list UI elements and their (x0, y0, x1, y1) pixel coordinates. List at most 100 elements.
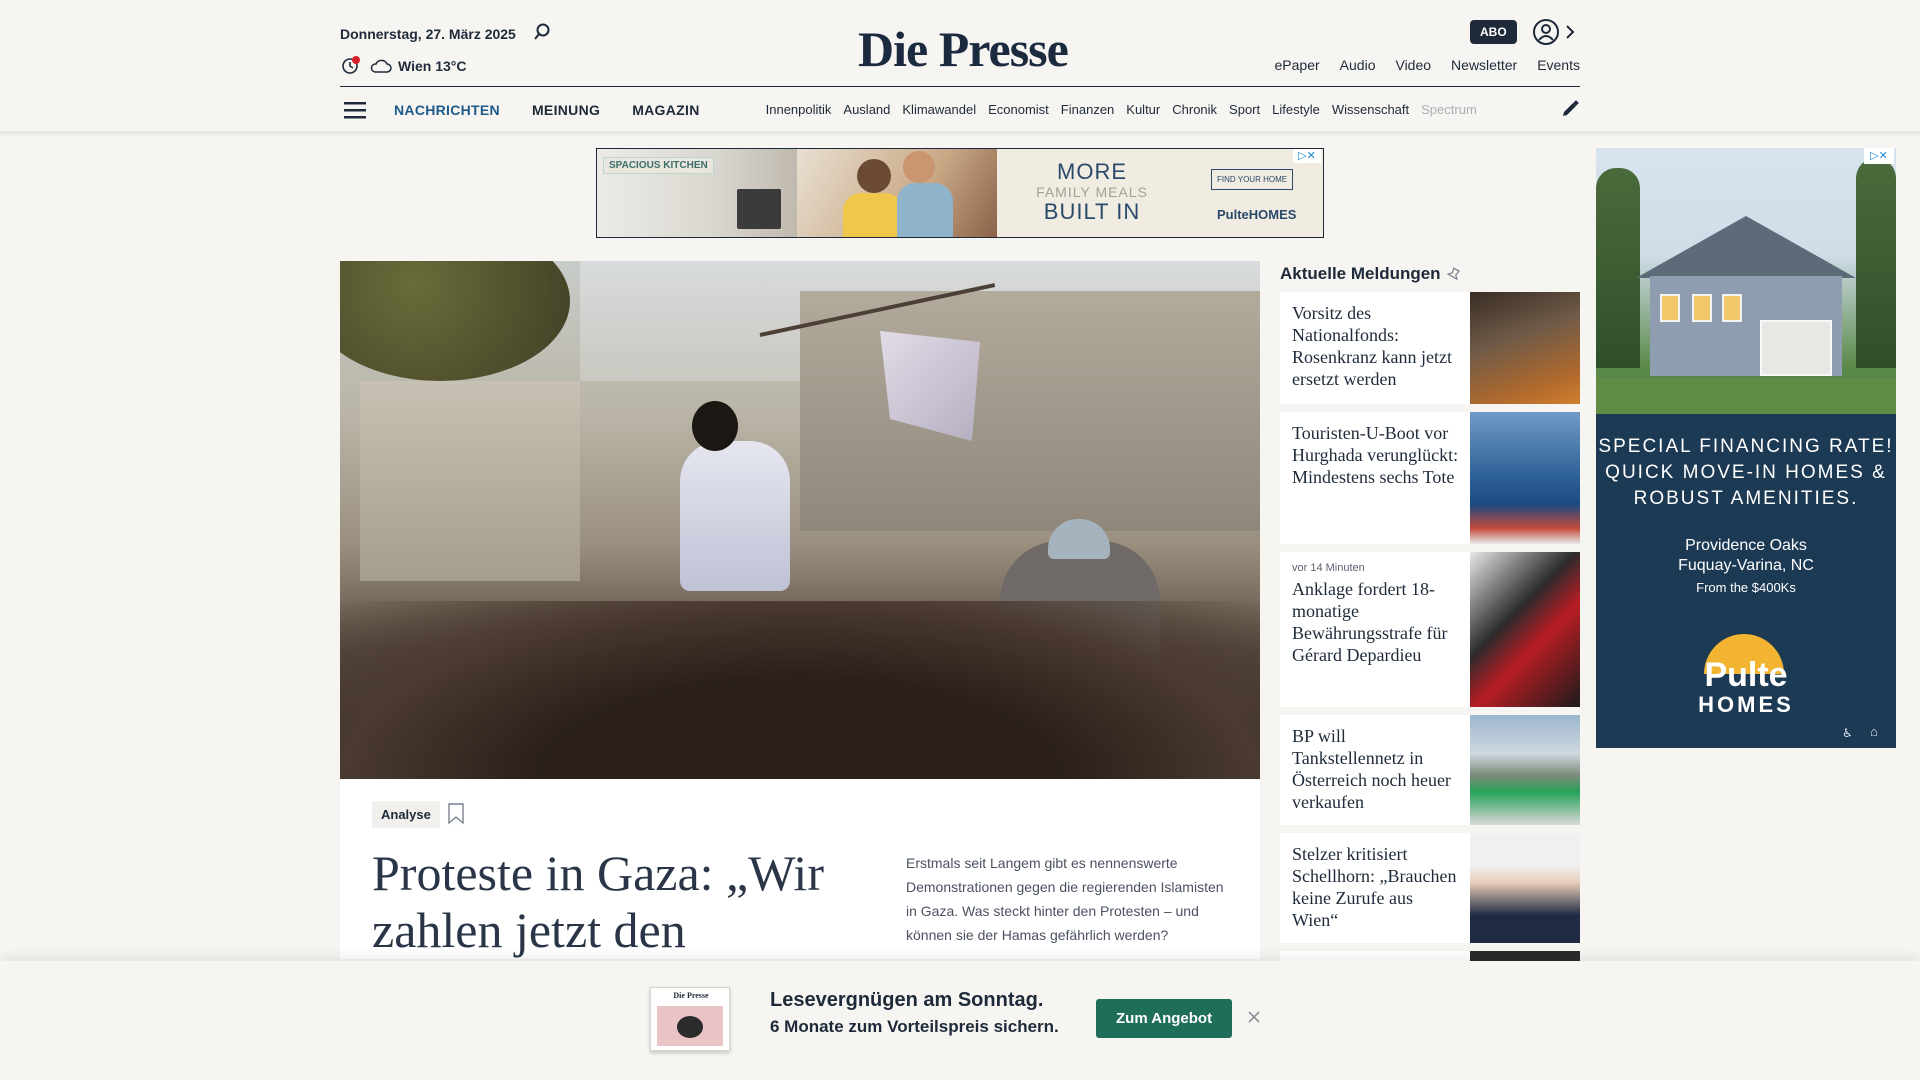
image-building (800, 291, 1260, 531)
top-banner-ad[interactable]: SPACIOUS KITCHEN MORE FAMILY MEALS BUILT… (596, 148, 1324, 238)
subscription-promo-bar: Die Presse Lesevergnügen am Sonntag. 6 M… (0, 961, 1920, 1080)
ad-tree-shape (1856, 158, 1896, 368)
weather-widget: Wien 13°C (340, 56, 467, 76)
ad-kitchen-badge: SPACIOUS KITCHEN (603, 157, 714, 174)
ad-house-image (1596, 148, 1896, 414)
ad-stove-shape (737, 189, 781, 229)
site-logo[interactable]: Die Presse (858, 20, 1069, 78)
nav-ausland[interactable]: Ausland (843, 102, 890, 117)
nav-lifestyle[interactable]: Lifestyle (1272, 102, 1320, 117)
ad-person-shape (843, 193, 903, 237)
news-list: Vorsitz des Nationalfonds: Rosenkranz ka… (1280, 292, 1580, 999)
nav-magazin[interactable]: MAGAZIN (632, 102, 699, 118)
nav-spectrum[interactable]: Spectrum (1421, 102, 1477, 117)
news-item[interactable]: Stelzer kritisiert Schellhorn: „Brauchen… (1280, 833, 1580, 943)
top-link-newsletter[interactable]: Newsletter (1451, 57, 1517, 73)
nav-nachrichten[interactable]: NACHRICHTEN (394, 102, 500, 118)
promo-offer-button[interactable]: Zum Angebot (1096, 999, 1233, 1038)
ad-brand-logo: PulteHOMES (1217, 207, 1297, 222)
weather-label: Wien 13°C (398, 58, 467, 74)
image-crowd (340, 601, 1260, 779)
main-navigation: NACHRICHTEN MEINUNG MAGAZIN Innenpolitik… (340, 87, 1580, 132)
user-account-icon[interactable] (1532, 18, 1560, 46)
nav-sport[interactable]: Sport (1229, 102, 1260, 117)
adchoices-icon[interactable]: ▷✕ (1293, 149, 1321, 163)
ad-person-head (857, 159, 891, 193)
news-thumbnail (1470, 292, 1580, 404)
nav-kultur[interactable]: Kultur (1126, 102, 1160, 117)
top-link-events[interactable]: Events (1537, 57, 1580, 73)
news-thumbnail (1470, 412, 1580, 544)
ad-window-shape (1722, 294, 1742, 322)
image-protester-head (692, 401, 738, 451)
news-item[interactable]: Touristen-U-Boot vor Hurghada verunglück… (1280, 412, 1580, 544)
news-thumbnail (1470, 833, 1580, 943)
ad-cta-button[interactable]: FIND YOUR HOME (1211, 169, 1294, 190)
site-header: Donnerstag, 27. März 2025 Wien 13°C Die … (0, 0, 1920, 132)
ad-person-shape (897, 183, 953, 237)
news-headline: BP will Tankstellennetz in Österreich no… (1292, 726, 1451, 812)
abo-button[interactable]: ABO (1470, 20, 1517, 44)
side-ad-price: From the $400Ks (1696, 580, 1796, 595)
ad-garage-shape (1760, 320, 1832, 376)
ad-lawn-shape (1596, 378, 1896, 414)
pencil-icon[interactable] (1560, 99, 1580, 119)
clock-icon[interactable] (340, 56, 360, 76)
pulte-brand: Pulte (1704, 656, 1788, 694)
side-ad-headline: SPECIAL FINANCING RATE! QUICK MOVE-IN HO… (1598, 436, 1894, 509)
news-headline: Anklage fordert 18-monatige Bewährungsst… (1292, 579, 1448, 665)
lead-story-image[interactable] (340, 261, 1260, 779)
nav-meinung[interactable]: MEINUNG (532, 102, 600, 118)
story-category-badge[interactable]: Analyse (372, 801, 440, 828)
top-link-audio[interactable]: Audio (1340, 57, 1376, 73)
equal-housing-icon: ⌂ (1870, 724, 1878, 739)
lead-story-card: Analyse Proteste in Gaza: „Wir zahlen je… (340, 779, 1260, 959)
promo-subline: 6 Monate zum Vorteilspreis sichern. (770, 1017, 1059, 1036)
promo-thumb-shape (677, 1016, 703, 1038)
accessibility-icon: ♿ (1842, 726, 1853, 740)
pulte-brand-sub: HOMES (1698, 692, 1794, 717)
adchoices-icon[interactable]: ▷✕ (1864, 148, 1894, 164)
side-ad-location: Providence Oaks Fuquay-Varina, NC (1596, 536, 1896, 576)
image-building (360, 381, 580, 581)
header-shadow (0, 131, 1920, 137)
chevron-right-icon[interactable] (1564, 22, 1576, 42)
news-item[interactable]: vor 14 Minuten Anklage fordert 18-monati… (1280, 552, 1580, 707)
lead-story-teaser: Erstmals seit Langem gibt es nennenswert… (906, 855, 1224, 943)
nav-finanzen[interactable]: Finanzen (1061, 102, 1114, 117)
lead-story-title[interactable]: Proteste in Gaza: „Wir zahlen jetzt den (372, 845, 852, 959)
ad-line-1: MORE (1057, 159, 1127, 184)
side-ad-city: Fuquay-Varina, NC (1678, 557, 1814, 574)
side-ad-community: Providence Oaks (1685, 537, 1807, 554)
promo-thumb-title: Die Presse (673, 991, 709, 1000)
hamburger-menu-icon[interactable] (344, 100, 368, 120)
pin-icon (1446, 267, 1460, 281)
section-navigation: Innenpolitik Ausland Klimawandel Economi… (766, 102, 1528, 117)
nav-klimawandel[interactable]: Klimawandel (902, 102, 976, 117)
news-item[interactable]: BP will Tankstellennetz in Österreich no… (1280, 715, 1580, 825)
news-headline: Vorsitz des Nationalfonds: Rosenkranz ka… (1292, 303, 1452, 389)
current-date: Donnerstag, 27. März 2025 (340, 26, 516, 42)
news-item[interactable]: Vorsitz des Nationalfonds: Rosenkranz ka… (1280, 292, 1580, 404)
top-link-video[interactable]: Video (1395, 57, 1431, 73)
ad-line-2: FAMILY MEALS (1036, 184, 1148, 200)
ad-headline: MORE FAMILY MEALS BUILT IN (1017, 161, 1167, 223)
nav-innenpolitik[interactable]: Innenpolitik (766, 102, 832, 117)
ad-roof-shape (1636, 216, 1856, 278)
top-link-epaper[interactable]: ePaper (1275, 57, 1320, 73)
news-section-label: Aktuelle Meldungen (1280, 264, 1441, 283)
bookmark-icon[interactable] (447, 803, 465, 825)
news-section-title: Aktuelle Meldungen (1280, 264, 1461, 284)
nav-chronik[interactable]: Chronik (1172, 102, 1217, 117)
news-timestamp: vor 14 Minuten (1292, 562, 1365, 574)
ad-window-shape (1660, 294, 1680, 322)
image-protester (680, 441, 790, 591)
nav-economist[interactable]: Economist (988, 102, 1049, 117)
close-icon[interactable] (1246, 1009, 1262, 1025)
side-banner-ad[interactable]: ▷✕ SPECIAL FINANCING RATE! QUICK MOVE-IN… (1596, 148, 1896, 748)
ad-family-image (797, 149, 997, 237)
search-icon[interactable] (532, 22, 552, 42)
top-links: ePaper Audio Video Newsletter Events (1275, 57, 1580, 73)
nav-wissenschaft[interactable]: Wissenschaft (1332, 102, 1409, 117)
cloud-icon (370, 59, 392, 73)
